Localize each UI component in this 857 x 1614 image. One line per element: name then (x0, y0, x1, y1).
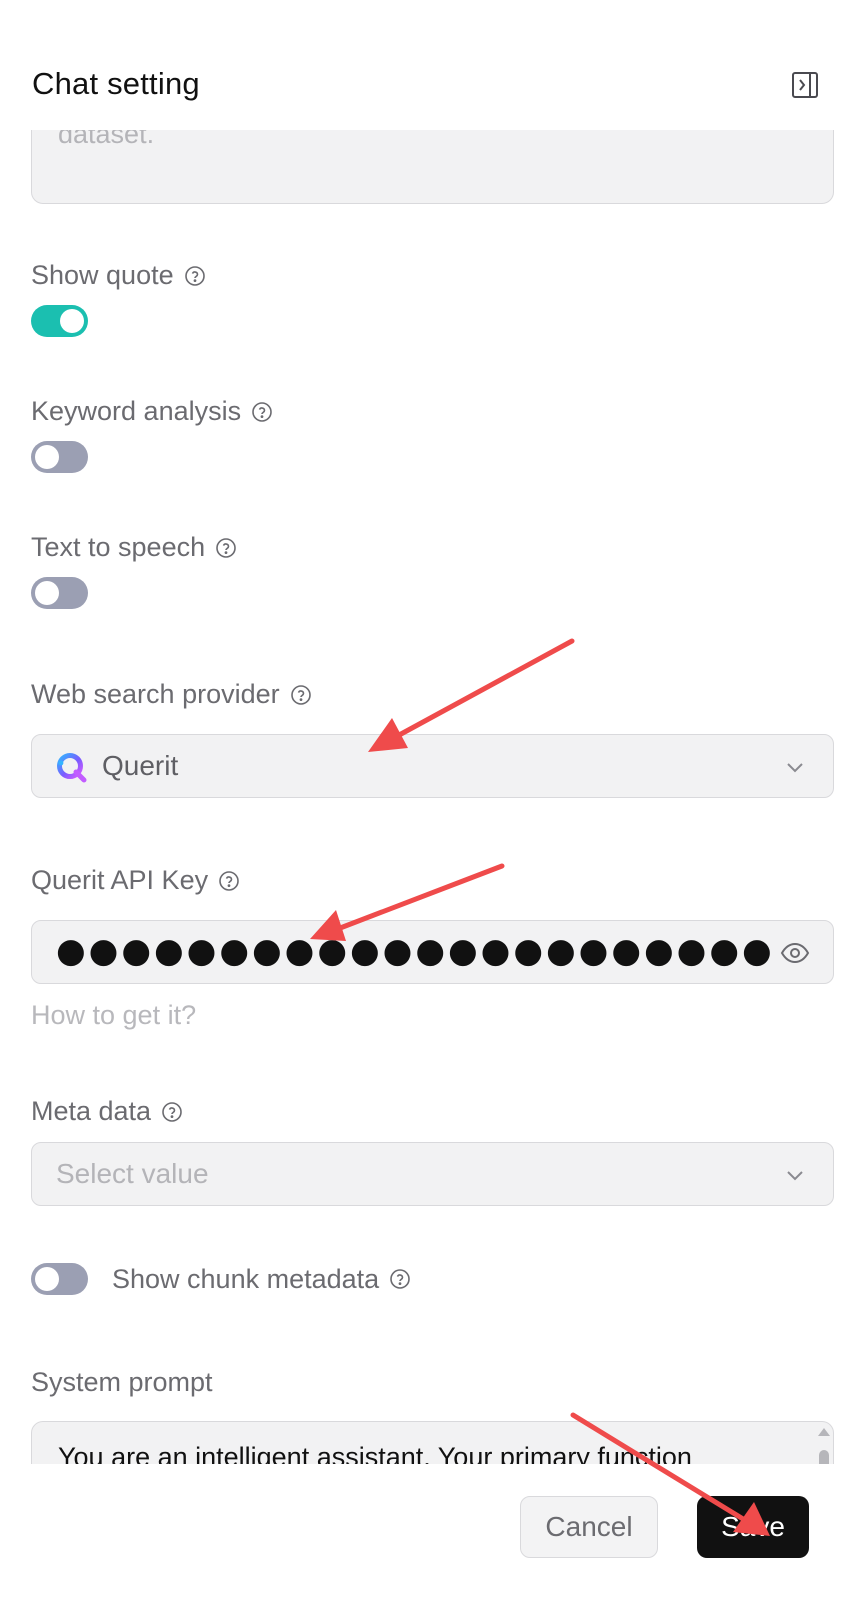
help-icon[interactable] (251, 401, 273, 423)
web-search-provider-select[interactable]: Querit (31, 734, 834, 798)
show-chunk-metadata-row: Show chunk metadata (31, 1263, 411, 1295)
panel-footer: Cancel Save (0, 1464, 857, 1614)
show-quote-toggle[interactable] (31, 305, 88, 337)
web-search-provider-label-text: Web search provider (31, 679, 280, 709)
toggle-knob (60, 309, 84, 333)
show-chunk-metadata-label: Show chunk metadata (112, 1264, 411, 1295)
panel-header: Chat setting (0, 0, 857, 130)
api-key-label-text: Querit API Key (31, 865, 209, 895)
cancel-button[interactable]: Cancel (520, 1496, 658, 1558)
querit-logo-icon (54, 750, 88, 784)
meta-data-label-text: Meta data (31, 1096, 152, 1126)
meta-data-label: Meta data (31, 1096, 183, 1127)
page-title: Chat setting (32, 66, 200, 101)
show-chunk-metadata-label-text: Show chunk metadata (112, 1263, 380, 1294)
help-icon[interactable] (290, 684, 312, 706)
text-to-speech-label-text: Text to speech (31, 532, 206, 562)
eye-icon[interactable] (779, 937, 811, 969)
how-to-get-it-link[interactable]: How to get it? (31, 1000, 196, 1031)
keyword-analysis-toggle[interactable] (31, 441, 88, 473)
sidebar-collapse-icon[interactable] (790, 70, 820, 100)
meta-data-placeholder: Select value (56, 1158, 209, 1189)
api-key-masked-value: ●●●●●●●●●●●●●●●●●●●●●●●●●●●●●●●●●●●●●●●●… (56, 931, 776, 971)
help-icon[interactable] (215, 537, 237, 559)
show-quote-label: Show quote (31, 260, 206, 291)
text-to-speech-toggle[interactable] (31, 577, 88, 609)
web-search-provider-value: Querit (102, 750, 179, 781)
meta-data-select[interactable]: Select value (31, 1142, 834, 1206)
help-icon[interactable] (161, 1101, 183, 1123)
previous-textarea[interactable]: dataset. (31, 130, 834, 204)
keyword-analysis-label-text: Keyword analysis (31, 396, 242, 426)
system-prompt-label: System prompt (31, 1367, 213, 1398)
help-icon[interactable] (184, 265, 206, 287)
help-icon[interactable] (218, 870, 240, 892)
toggle-knob (35, 1267, 59, 1291)
help-icon[interactable] (389, 1268, 411, 1290)
scroll-up-arrow-icon[interactable] (818, 1428, 830, 1436)
system-prompt-label-text: System prompt (31, 1367, 213, 1397)
toggle-knob (35, 445, 59, 469)
keyword-analysis-label: Keyword analysis (31, 396, 273, 427)
show-chunk-metadata-toggle[interactable] (31, 1263, 88, 1295)
api-key-input[interactable]: ●●●●●●●●●●●●●●●●●●●●●●●●●●●●●●●●●●●●●●●●… (31, 920, 834, 984)
save-button[interactable]: Save (697, 1496, 809, 1558)
chevron-down-icon (783, 755, 807, 779)
show-quote-label-text: Show quote (31, 260, 174, 290)
settings-scroll-area[interactable]: dataset. Show quote Keyword analysis Tex… (0, 130, 857, 1510)
previous-textarea-text: dataset. (58, 130, 155, 149)
text-to-speech-label: Text to speech (31, 532, 237, 563)
chevron-down-icon (783, 1163, 807, 1187)
web-search-provider-label: Web search provider (31, 679, 312, 710)
api-key-label: Querit API Key (31, 865, 240, 896)
chat-setting-panel: Chat setting dataset. Show quote Keyword… (0, 0, 857, 1614)
toggle-knob (35, 581, 59, 605)
